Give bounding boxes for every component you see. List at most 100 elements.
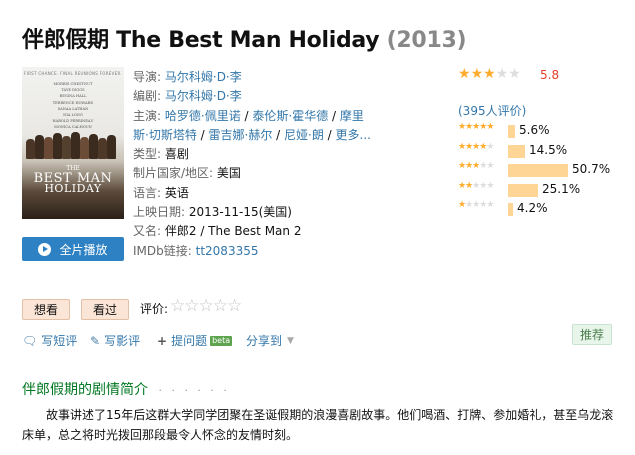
star-filled-icon: ★ xyxy=(483,66,496,82)
rating-bar-row: ★★★★★ 5.6% xyxy=(458,122,628,142)
synopsis-text: 故事讲述了15年后这群大学同学团聚在圣诞假期的浪漫喜剧故事。他们喝酒、打牌、参加… xyxy=(22,408,614,442)
genre-row: 类型: 喜剧 xyxy=(133,145,373,164)
movie-poster[interactable]: FIRST CHANCE. FINAL REUNIONS FOREVER. MO… xyxy=(22,67,124,219)
write-short-review-button[interactable]: 🗨 写短评 xyxy=(22,332,77,349)
country-value: 美国 xyxy=(216,166,241,181)
rating-summary: ★★★★★ 5.8 (395人评价) xyxy=(458,66,628,118)
mini-stars-icon: ★★★★★ xyxy=(458,200,494,211)
cast-more-link[interactable]: 更多... xyxy=(336,128,371,142)
poster-tagline: FIRST CHANCE. FINAL REUNIONS FOREVER. xyxy=(24,71,122,76)
poster-cast-photo xyxy=(24,129,122,159)
title-chinese: 伴郎假期 xyxy=(22,28,109,53)
rating-bar-fill xyxy=(508,144,525,158)
page-title: 伴郎假期 The Best Man Holiday (2013) xyxy=(22,22,467,54)
title-english: The Best Man Holiday xyxy=(116,28,380,53)
release-value: 2013-11-15(美国) xyxy=(188,205,292,220)
star-empty-icon: ★ xyxy=(508,66,521,82)
short-review-label: 写短评 xyxy=(41,334,78,348)
ask-question-button[interactable]: + 提问题 beta xyxy=(157,332,233,349)
rating-bar-fill xyxy=(508,183,538,197)
genre-label: 类型: xyxy=(133,147,162,162)
write-review-button[interactable]: ✎ 写影评 xyxy=(90,332,140,349)
rating-count-link[interactable]: (395人评价) xyxy=(458,102,526,119)
star-empty-icon: ★ xyxy=(486,161,494,172)
rating-score: 5.8 xyxy=(540,68,560,82)
director-link[interactable]: 马尔科姆·D·李 xyxy=(165,70,242,84)
play-button-label: 全片播放 xyxy=(59,242,108,257)
cast-separator: / xyxy=(240,108,253,123)
imdb-label: IMDb链接: xyxy=(133,243,192,258)
watched-button[interactable]: 看过 xyxy=(81,299,129,320)
ask-label: 提问题 xyxy=(171,334,208,348)
director-label: 导演: xyxy=(133,70,162,84)
synopsis-heading-dots: · · · · · · xyxy=(158,384,230,397)
imdb-link[interactable]: tt2083355 xyxy=(196,244,259,258)
star-empty-icon: ★ xyxy=(495,66,509,82)
want-to-watch-button[interactable]: 想看 xyxy=(22,299,70,320)
rating-bar-fill xyxy=(508,203,513,217)
star-empty-icon: ★ xyxy=(486,141,494,152)
star-filled-icon: ★ xyxy=(486,122,494,132)
release-label: 上映日期: xyxy=(133,205,186,220)
writer-row: 编剧: 马尔科姆·D·李 xyxy=(133,87,373,106)
recommend-button[interactable]: 推荐 xyxy=(572,324,612,345)
rating-bar-row: ★★★★★ 50.7% xyxy=(458,161,628,181)
language-row: 语言: 英语 xyxy=(133,184,373,203)
rating-bar-fill xyxy=(508,125,515,138)
cast-separator: / xyxy=(323,127,336,142)
chevron-down-icon: ▼ xyxy=(287,335,294,346)
share-label: 分享到 xyxy=(246,334,283,348)
synopsis-heading-text: 伴郎假期的剧情简介 xyxy=(22,382,148,398)
play-icon xyxy=(38,242,52,256)
beta-badge: beta xyxy=(210,335,233,346)
review-label: 写影评 xyxy=(104,334,141,348)
language-value: 英语 xyxy=(164,185,189,200)
director-row: 导演: 马尔科姆·D·李 xyxy=(133,68,373,87)
movie-info: 导演: 马尔科姆·D·李 编剧: 马尔科姆·D·李 主演: 哈罗德·佩里诺 / … xyxy=(133,68,373,261)
genre-value: 喜剧 xyxy=(164,147,189,162)
rating-bar-percent: 14.5% xyxy=(529,142,568,157)
cast-separator: / xyxy=(272,127,284,142)
writer-link[interactable]: 马尔科姆·D·李 xyxy=(165,89,242,103)
mini-stars-icon: ★★★★★ xyxy=(458,180,494,191)
cast-label: 主演: xyxy=(133,108,162,123)
star-filled-icon: ★ xyxy=(470,66,484,82)
country-label: 制片国家/地区: xyxy=(133,166,214,181)
rating-bar-percent: 5.6% xyxy=(519,123,550,137)
mini-stars-icon: ★★★★★ xyxy=(458,141,494,152)
country-row: 制片国家/地区: 美国 xyxy=(133,164,373,183)
rating-bar-percent: 4.2% xyxy=(517,201,548,216)
star-empty-icon: ★ xyxy=(486,200,494,211)
rate-stars-input[interactable]: ☆☆☆☆☆ xyxy=(170,296,242,316)
cast-link[interactable]: 雷吉娜·赫尔 xyxy=(209,128,273,142)
share-dropdown[interactable]: 分享到 ▼ xyxy=(246,332,294,349)
writer-label: 编剧: xyxy=(133,89,162,104)
language-label: 语言: xyxy=(133,185,162,200)
imdb-row: IMDb链接: tt2083355 xyxy=(133,242,373,261)
mini-stars-icon: ★★★★★ xyxy=(458,161,494,172)
rate-label: 评价: xyxy=(140,302,169,316)
cast-separator: / xyxy=(328,108,340,123)
speech-bubble-icon: 🗨 xyxy=(22,333,38,348)
rating-bar-fill xyxy=(508,164,568,178)
poster-cast-list: MORRIS CHESTNUT TAYE DIGGS REGINA HALL T… xyxy=(22,81,124,131)
mini-stars-icon: ★★★★★ xyxy=(458,122,494,132)
aka-row: 又名: 伴郎2 / The Best Man 2 xyxy=(133,222,373,241)
cast-link[interactable]: 哈罗德·佩里诺 xyxy=(165,109,241,123)
rating-bar-percent: 50.7% xyxy=(572,162,611,177)
aka-value: 伴郎2 / The Best Man 2 xyxy=(164,224,302,239)
cast-row: 主演: 哈罗德·佩里诺 / 泰伦斯·霍华德 / 摩里斯·切斯塔特 / 雷吉娜·赫… xyxy=(133,107,373,146)
star-filled-icon: ★ xyxy=(458,66,471,82)
poster-movie-title: THE BEST MAN HOLIDAY xyxy=(22,164,124,194)
cast-link[interactable]: 泰伦斯·霍华德 xyxy=(252,109,328,123)
plus-icon: + xyxy=(157,333,168,348)
rating-stars-icon: ★★★★★ xyxy=(458,66,521,82)
rating-distribution: ★★★★★ 5.6% ★★★★★ 14.5% ★★★★★ 50.7% ★★★★★ 25.1% ★… xyxy=(458,122,628,220)
aka-label: 又名: xyxy=(133,224,162,239)
release-row: 上映日期: 2013-11-15(美国) xyxy=(133,203,373,222)
play-full-movie-button[interactable]: 全片播放 xyxy=(22,237,124,261)
star-empty-icon: ★ xyxy=(486,180,494,191)
title-year: (2013) xyxy=(386,28,467,53)
rating-bar-row: ★★★★★ 14.5% xyxy=(458,142,628,162)
cast-link[interactable]: 尼娅·朗 xyxy=(284,128,324,142)
